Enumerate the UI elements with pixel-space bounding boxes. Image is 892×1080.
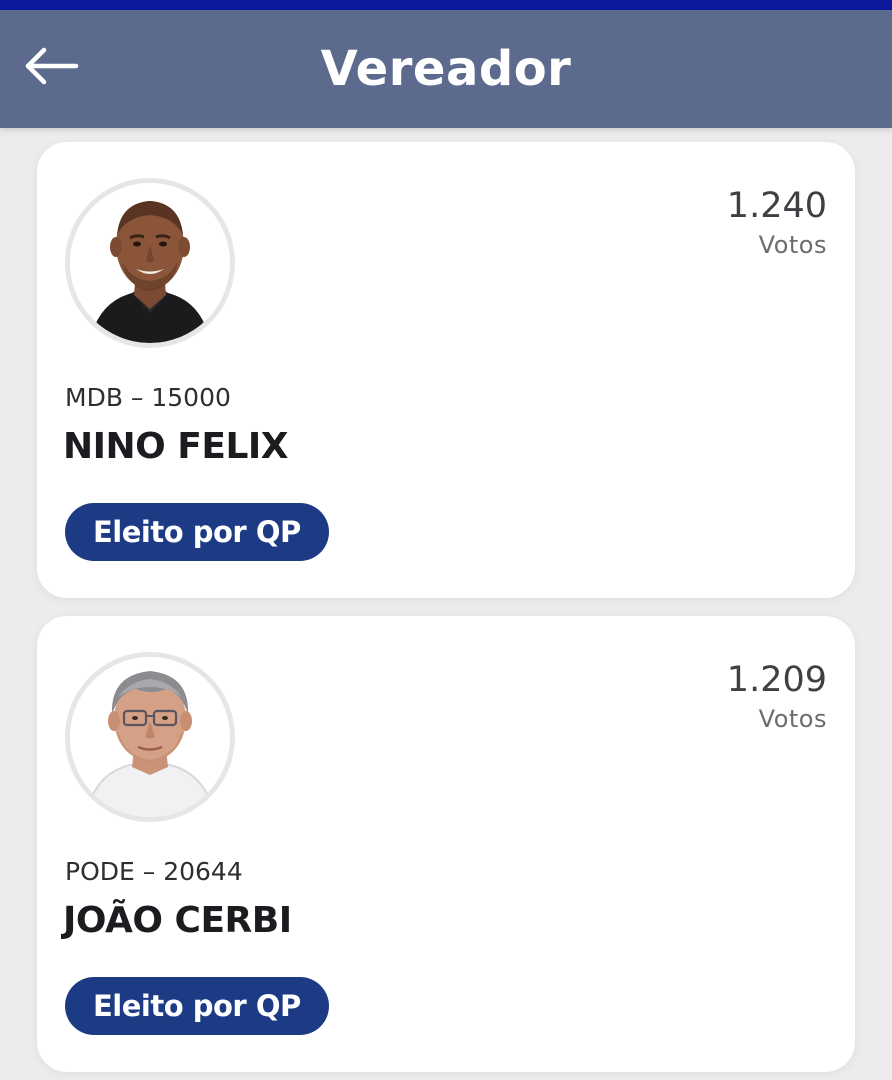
candidate-avatar — [65, 652, 235, 822]
vote-count-group: 1.209 Votos — [727, 658, 827, 736]
candidate-avatar — [65, 178, 235, 348]
candidate-name: NINO FELIX — [63, 426, 289, 467]
party-number: PODE – 20644 — [65, 857, 243, 886]
candidate-name: JOÃO CERBI — [63, 900, 292, 941]
vote-label: Votos — [758, 231, 827, 259]
candidate-card[interactable]: 1.209 Votos PODE – 20644 JOÃO CERBI Elei… — [37, 616, 855, 1072]
candidate-card[interactable]: 1.240 Votos MDB – 15000 NINO FELIX Eleit… — [37, 142, 855, 598]
party-number: MDB – 15000 — [65, 383, 231, 412]
vote-count: 1.240 — [726, 186, 827, 226]
vote-count-group: 1.240 Votos — [727, 184, 827, 262]
status-accent-bar — [0, 0, 892, 10]
status-badge: Eleito por QP — [65, 503, 329, 561]
app-header: Vereador — [0, 10, 892, 128]
vote-count: 1.209 — [726, 660, 827, 700]
page-title: Vereador — [320, 41, 572, 97]
vote-label: Votos — [758, 705, 827, 733]
status-badge: Eleito por QP — [65, 977, 329, 1035]
